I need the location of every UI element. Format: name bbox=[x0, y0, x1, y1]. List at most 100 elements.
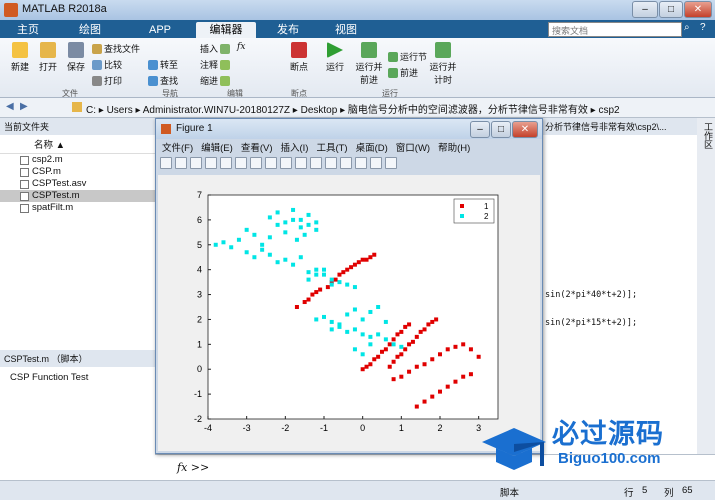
run-time-button[interactable]: 运行并 计时 bbox=[428, 42, 458, 86]
workspace-side-tab[interactable]: 工作区 bbox=[697, 118, 715, 458]
datatip-icon[interactable] bbox=[295, 157, 307, 170]
indent-button[interactable]: 缩进 bbox=[200, 74, 231, 87]
advance-button[interactable]: 前进 bbox=[388, 66, 418, 79]
figure-window[interactable]: Figure 1 – □ ✕ 文件(F) 编辑(E) 查看(V) 插入(I) 工具(T)… bbox=[155, 118, 543, 454]
run-section-button[interactable]: 运行节 bbox=[388, 50, 427, 63]
figure-close-button[interactable]: ✕ bbox=[512, 121, 538, 138]
tab-1[interactable]: 绘图 bbox=[66, 22, 114, 38]
pointer-icon[interactable] bbox=[220, 157, 232, 170]
data-point-series-1 bbox=[383, 347, 388, 352]
data-point-series-1 bbox=[445, 347, 450, 352]
editor-ribbon: 新建 打开 保存 查找文件 比较 打印 文件 转至 查找 导航 插入 fx 注释… bbox=[0, 38, 715, 98]
figure-menu-item[interactable]: 插入(I) bbox=[280, 140, 308, 156]
breakpoints-label: 断点 bbox=[289, 62, 308, 72]
file-item[interactable]: CSP.m bbox=[0, 166, 155, 178]
data-point-series-1 bbox=[418, 329, 423, 334]
data-point-series-2 bbox=[322, 314, 326, 319]
colorbar-icon[interactable] bbox=[340, 157, 352, 170]
new-figure-icon[interactable] bbox=[160, 157, 172, 170]
figure-menu-item[interactable]: 工具(T) bbox=[316, 140, 347, 156]
link-icon[interactable] bbox=[325, 157, 337, 170]
print-icon[interactable] bbox=[205, 157, 217, 170]
insert-button[interactable]: 插入 bbox=[200, 42, 231, 55]
x-tick-label: 2 bbox=[437, 423, 442, 433]
help-icon[interactable]: ? bbox=[700, 22, 714, 37]
breadcrumb-separator: ▸ bbox=[132, 105, 143, 116]
breadcrumb-item[interactable]: csp2 bbox=[598, 105, 619, 116]
tab-2[interactable]: APP bbox=[138, 22, 182, 38]
data-point-series-1 bbox=[438, 352, 442, 357]
save-icon[interactable] bbox=[190, 157, 202, 170]
data-point-series-1 bbox=[430, 319, 435, 324]
goto-button[interactable]: 转至 bbox=[148, 58, 178, 71]
tab-0[interactable]: 主页 bbox=[8, 22, 48, 38]
x-tick-label: 0 bbox=[360, 423, 365, 433]
figure-menu-item[interactable]: 窗口(W) bbox=[396, 140, 430, 156]
breadcrumb-item[interactable]: Administrator.WIN7U-20180127Z bbox=[143, 105, 290, 116]
breakpoints-button[interactable]: 断点 bbox=[286, 42, 312, 73]
tab-5[interactable]: 视图 bbox=[320, 22, 372, 38]
breadcrumb-item[interactable]: 脑电信号分析中的空间滤波器，分析节律信号非常有效 bbox=[348, 105, 588, 116]
address-bar: ◀ ▶ C: ▸ Users ▸ Administrator.WIN7U-201… bbox=[0, 98, 715, 118]
file-item[interactable]: spatFilt.m bbox=[0, 202, 155, 214]
graduation-cap-logo bbox=[482, 428, 546, 470]
data-point-series-2 bbox=[306, 222, 311, 227]
data-point-series-2 bbox=[314, 267, 319, 272]
legend-icon[interactable] bbox=[355, 157, 367, 170]
file-item[interactable]: CSPTest.asv bbox=[0, 178, 155, 190]
data-point-series-2 bbox=[267, 252, 272, 257]
data-point-series-1 bbox=[403, 347, 408, 352]
zoom-out-icon[interactable] bbox=[250, 157, 262, 170]
y-tick-label: 7 bbox=[197, 190, 202, 200]
figure-menu-item[interactable]: 桌面(D) bbox=[356, 140, 388, 156]
find-button[interactable]: 查找 bbox=[148, 74, 178, 87]
figure-menu-item[interactable]: 查看(V) bbox=[241, 140, 273, 156]
breadcrumb-item[interactable]: Desktop bbox=[301, 105, 338, 116]
breadcrumb-item[interactable]: C: bbox=[86, 105, 96, 116]
brush-icon[interactable] bbox=[310, 157, 322, 170]
find-files-button[interactable]: 查找文件 bbox=[92, 42, 140, 55]
open-button[interactable]: 打开 bbox=[36, 42, 60, 73]
figure-minimize-button[interactable]: – bbox=[470, 121, 490, 138]
compare-button[interactable]: 比较 bbox=[92, 58, 122, 71]
tab-3[interactable]: 编辑器 bbox=[196, 22, 256, 38]
comment-button[interactable]: 注释 bbox=[200, 58, 231, 71]
figure-maximize-button[interactable]: □ bbox=[491, 121, 511, 138]
data-point-series-2 bbox=[360, 332, 365, 337]
close-button[interactable]: ✕ bbox=[684, 1, 712, 18]
fx-button[interactable]: fx bbox=[237, 42, 245, 52]
zoom-in-icon[interactable] bbox=[235, 157, 247, 170]
data-point-series-2 bbox=[345, 312, 350, 317]
file-item[interactable]: CSPTest.m bbox=[0, 190, 155, 202]
rotate-icon[interactable] bbox=[280, 157, 292, 170]
run-button[interactable]: 运行 bbox=[322, 42, 348, 73]
data-point-series-1 bbox=[387, 364, 392, 369]
editor-pane[interactable]: 分析节律信号非常有效\csp2\... sin(2*pi*40*t+2)]; s… bbox=[540, 118, 715, 458]
open-icon[interactable] bbox=[175, 157, 187, 170]
new-button[interactable]: 新建 bbox=[8, 42, 32, 73]
breadcrumb-separator: ▸ bbox=[337, 105, 348, 116]
editor-path: 分析节律信号非常有效\csp2\... bbox=[541, 118, 715, 135]
search-input[interactable]: 搜索文档 bbox=[548, 22, 682, 37]
breadcrumb[interactable]: C: ▸ Users ▸ Administrator.WIN7U-2018012… bbox=[86, 101, 620, 116]
run-advance-button[interactable]: 运行并 前进 bbox=[354, 42, 384, 86]
tab-4[interactable]: 发布 bbox=[262, 22, 314, 38]
figure-menu-item[interactable]: 编辑(E) bbox=[201, 140, 233, 156]
minimize-button[interactable]: – bbox=[632, 1, 658, 18]
save-button[interactable]: 保存 bbox=[64, 42, 88, 73]
maximize-button[interactable]: □ bbox=[659, 1, 683, 18]
figure-menu-item[interactable]: 文件(F) bbox=[162, 140, 193, 156]
breadcrumb-item[interactable]: Users bbox=[107, 105, 133, 116]
print-button[interactable]: 打印 bbox=[92, 74, 122, 87]
back-icon[interactable]: ◀ bbox=[6, 101, 14, 112]
figure-menu-item[interactable]: 帮助(H) bbox=[438, 140, 470, 156]
file-item[interactable]: csp2.m bbox=[0, 154, 155, 166]
data-point-series-2 bbox=[275, 222, 280, 227]
forward-icon[interactable]: ▶ bbox=[20, 101, 28, 112]
name-column-header[interactable]: 名称 ▲ bbox=[0, 135, 155, 154]
hide-tools-icon[interactable] bbox=[370, 157, 382, 170]
show-tools-icon[interactable] bbox=[385, 157, 397, 170]
run-time-label: 运行并 计时 bbox=[429, 62, 457, 85]
search-icon[interactable]: ⌕ bbox=[684, 22, 698, 37]
pan-icon[interactable] bbox=[265, 157, 277, 170]
